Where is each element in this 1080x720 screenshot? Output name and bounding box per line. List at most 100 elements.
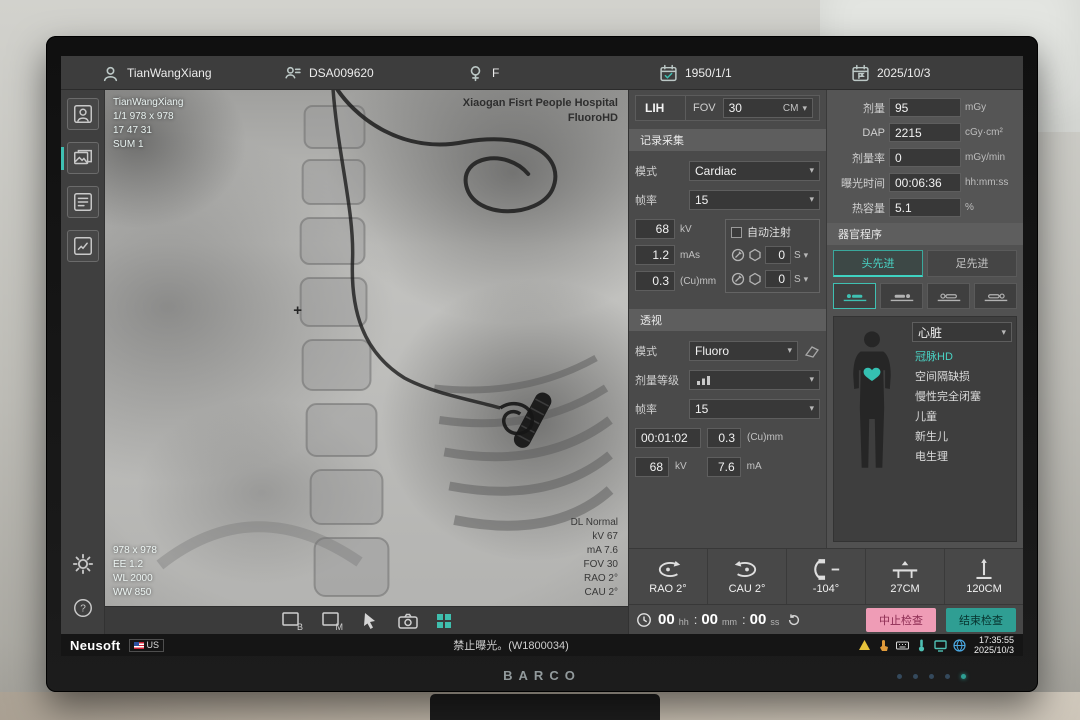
help-button[interactable]: ? [67,592,99,624]
help-icon: ? [72,597,94,619]
protocol-label: LIH [636,96,686,120]
monitor-brand-label: BARCO [46,668,1038,683]
patient-name: TianWangXiang [127,66,212,80]
worklist-button[interactable] [67,186,99,218]
tab-feet-first[interactable]: 足先进 [927,250,1017,277]
chevron-down-icon: ▾ [1001,327,1006,338]
alert-icon[interactable] [858,639,871,652]
touch-icon[interactable] [877,639,890,652]
xray-viewport[interactable]: TianWangXiang 1/1 978 x 978 17 47 31 SUM… [105,90,628,606]
overlay-window-info: 978 x 978 EE 1.2 WL 2000 WW 850 [113,544,157,600]
acq-mas-field[interactable]: 1.2 [635,245,675,265]
grid-icon [435,612,453,630]
position-supine-head-left-button[interactable] [833,283,876,309]
temperature-icon[interactable] [915,639,928,652]
display-icon[interactable] [934,639,947,652]
body-map-panel: 心脏 ▾ 冠脉HD 空间隔缺损 慢性完全闭塞 儿童 新生儿 电生理 [833,316,1017,542]
timer-reset-icon[interactable] [787,613,801,627]
dose-value: 5.1 [889,198,961,217]
osd-button[interactable] [929,674,934,679]
procedure-list-panel: 心脏 ▾ 冠脉HD 空间隔缺损 慢性完全闭塞 儿童 新生儿 电生理 [910,317,1016,541]
acq-mode-select[interactable]: Cardiac ▾ [689,161,820,181]
timer-minutes: 00 [701,611,718,628]
finish-exam-button[interactable]: 结束检查 [946,608,1016,632]
id-card-icon [283,64,302,83]
acq-cu-field[interactable]: 0.3 [635,271,675,291]
dose-row: DAP 2215 cGy·cm² [833,122,1017,143]
detector-height-icon [968,558,1000,581]
settings-button[interactable] [67,548,99,580]
input-language-indicator[interactable]: US [129,639,165,652]
birth-date: 1950/1/1 [685,66,732,80]
fluoro-fps-select[interactable]: 15 ▾ [689,399,820,419]
snapshot-button[interactable] [397,612,419,630]
acq-kv-field[interactable]: 68 [635,219,675,239]
osd-button[interactable] [897,674,902,679]
fluoro-fps-label: 帧率 [635,401,683,417]
fluoro-mode-select[interactable]: Fluoro ▾ [689,341,798,361]
inject-delay-field[interactable]: 0 [765,246,791,264]
report-button[interactable] [67,230,99,262]
chevron-down-icon: ▾ [809,374,814,385]
pointer-icon [361,611,381,631]
position-prone-head-right-button[interactable] [974,283,1017,309]
chevron-down-icon: ▾ [804,250,809,261]
chevron-down-icon: ▾ [809,194,814,205]
network-icon[interactable] [953,639,966,652]
study-date: 2025/10/3 [877,66,930,80]
carm-angle-readout: -104° [787,549,866,604]
auto-inject-checkbox[interactable] [731,227,742,238]
fluoro-kv-display: 68 [635,457,669,477]
position-supine-head-right-button[interactable] [880,283,923,309]
keyboard-icon[interactable] [896,639,909,652]
image-viewer-button[interactable] [67,142,99,174]
patient-registration-button[interactable] [67,98,99,130]
rao-rotation-icon [652,558,684,581]
procedure-item[interactable]: 冠脉HD [912,346,1012,366]
procedure-item[interactable]: 儿童 [912,406,1012,426]
overlay-hospital: Xiaogan Fisrt People Hospital FluoroHD [463,96,618,126]
image-column: TianWangXiang 1/1 978 x 978 17 47 31 SUM… [105,90,628,634]
body-region-select[interactable]: 心脏 ▾ [912,322,1012,342]
table-height-icon [889,558,921,581]
fluoro-cu-display: 0.3 [707,428,741,448]
system-time: 17:35:55 [974,635,1014,645]
reference-frame-b-button[interactable]: B [281,611,305,631]
study-id: DSA009620 [309,66,374,80]
image-tool-strip: B M [105,606,628,634]
layout-grid-button[interactable] [435,612,453,630]
study-id-item: DSA009620 [283,56,374,90]
xray-anatomy-drawing [105,90,628,606]
dose-organ-panel: 剂量 95 mGy DAP 2215 cGy·cm² 剂量率 [826,90,1023,548]
position-prone-head-left-button[interactable] [927,283,970,309]
dose-row: 剂量率 0 mGy/min [833,147,1017,168]
patient-name-item: TianWangXiang [101,56,212,90]
reference-frame-m-button[interactable]: M [321,611,345,631]
gender-icon [466,64,485,83]
procedure-item[interactable]: 电生理 [912,446,1012,466]
fluoro-ma-display: 7.6 [707,457,741,477]
chevron-down-icon: ▾ [804,274,809,285]
system-tray [858,639,966,652]
exam-timer-bar: 00 hh : 00 mm : 00 ss 中止检查 结束检查 [629,604,1023,634]
bed-icon [936,289,962,304]
body-figure[interactable] [834,317,910,541]
tab-head-first[interactable]: 头先进 [833,250,923,277]
osd-button[interactable] [945,674,950,679]
acq-fps-select[interactable]: 15 ▾ [689,190,820,210]
osd-button[interactable] [913,674,918,679]
procedure-item[interactable]: 新生儿 [912,426,1012,446]
pointer-tool-button[interactable] [361,611,381,631]
procedure-item[interactable]: 空间隔缺损 [912,366,1012,386]
workstation-screen: TianWangXiang DSA009620 F 1950/1/1 2025/… [61,56,1023,656]
fov-select[interactable]: 30 CM ▾ [723,98,813,118]
acquisition-section-title: 记录采集 [629,129,826,151]
report-icon [72,235,94,257]
abort-exam-button[interactable]: 中止检查 [866,608,936,632]
dose-value: 95 [889,98,961,117]
procedure-item[interactable]: 慢性完全闭塞 [912,386,1012,406]
inject-delay-field[interactable]: 0 [765,270,791,288]
dose-level-select[interactable]: ▾ [689,370,820,390]
rao-readout: RAO 2° [629,549,708,604]
fluoro-mode-label: 模式 [635,343,683,359]
